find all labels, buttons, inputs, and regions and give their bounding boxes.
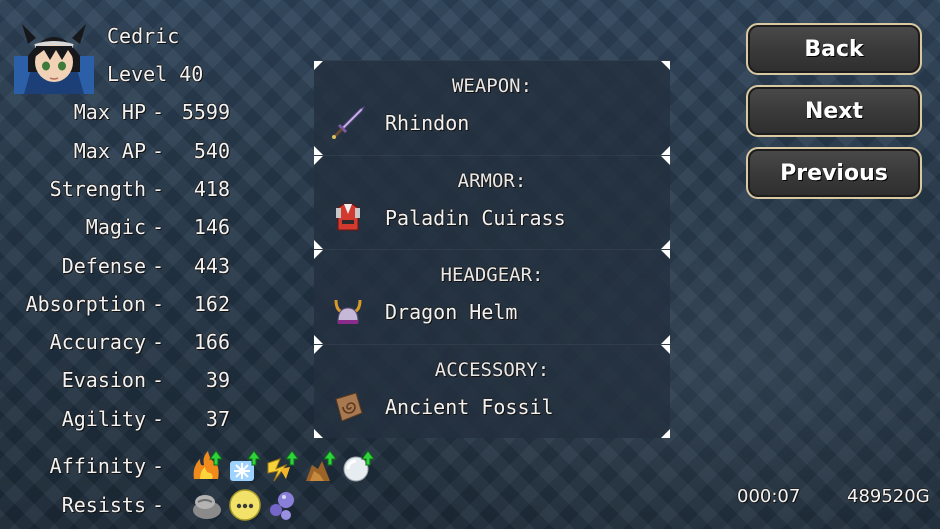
character-portrait bbox=[14, 16, 94, 94]
slot-title: ARMOR: bbox=[457, 169, 527, 192]
stat-value: 418 bbox=[193, 177, 230, 201]
affinity-separator: - bbox=[151, 454, 165, 478]
stat-label: Accuracy bbox=[49, 330, 146, 354]
fossil-icon bbox=[330, 389, 366, 425]
character-level: Level 40 bbox=[107, 62, 204, 86]
stat-label: Agility bbox=[61, 407, 146, 431]
silence-status-icon bbox=[228, 488, 262, 522]
stat-value: 162 bbox=[193, 292, 230, 316]
stat-row-accuracy: Accuracy - 166 bbox=[0, 328, 232, 356]
stat-row-agility: Agility - 37 bbox=[0, 405, 232, 433]
stat-separator: - bbox=[151, 292, 165, 316]
stat-label: Strength bbox=[49, 177, 146, 201]
stat-value: 443 bbox=[193, 254, 230, 278]
slot-title: WEAPON: bbox=[451, 75, 533, 97]
stat-separator: - bbox=[151, 177, 165, 201]
stat-row-evasion: Evasion - 39 bbox=[0, 366, 232, 394]
stone-status-icon bbox=[190, 488, 224, 522]
stat-row-strength: Strength - 418 bbox=[0, 175, 232, 203]
previous-button[interactable]: Previous bbox=[746, 147, 922, 199]
helm-icon bbox=[330, 294, 366, 330]
stat-separator: - bbox=[151, 368, 165, 392]
equipped-item-name: Dragon Helm bbox=[385, 300, 518, 324]
poison-bubbles-icon bbox=[266, 488, 300, 522]
stat-separator: - bbox=[151, 139, 165, 163]
stat-row-absorption: Absorption - 162 bbox=[0, 290, 232, 318]
stat-separator: - bbox=[151, 407, 165, 431]
back-button[interactable]: Back bbox=[746, 23, 922, 75]
stat-row-magic: Magic - 146 bbox=[0, 213, 232, 241]
equipped-item-name: Rhindon bbox=[385, 111, 470, 135]
slot-title: ACCESSORY: bbox=[434, 358, 550, 381]
stat-separator: - bbox=[151, 100, 165, 124]
fire-up-icon bbox=[190, 449, 224, 483]
equipment-panel: WEAPON: Rhindon ARMOR: Paladin Cuirass H… bbox=[314, 60, 670, 438]
stat-row-max-ap: Max AP - 540 bbox=[0, 137, 232, 165]
equipment-slot-accessory[interactable]: ACCESSORY: Ancient Fossil bbox=[314, 343, 670, 438]
equipped-item-name: Paladin Cuirass bbox=[385, 205, 566, 230]
stat-label: Absorption bbox=[25, 292, 146, 316]
lightning-up-icon bbox=[266, 449, 300, 483]
stat-label: Max AP bbox=[73, 139, 146, 163]
stat-label: Max HP bbox=[73, 100, 146, 124]
equipment-slot-headgear[interactable]: HEADGEAR: Dragon Helm bbox=[314, 249, 670, 344]
slot-title: HEADGEAR: bbox=[440, 264, 544, 286]
stat-value: 146 bbox=[193, 215, 230, 239]
stat-value: 166 bbox=[193, 330, 230, 354]
resists-label: Resists bbox=[61, 493, 146, 517]
stat-value: 37 bbox=[205, 407, 230, 431]
ice-up-icon bbox=[228, 449, 262, 483]
stat-label: Defense bbox=[61, 254, 146, 278]
stat-separator: - bbox=[151, 330, 165, 354]
affinity-label: Affinity bbox=[49, 454, 146, 478]
play-time: 000:07 bbox=[737, 486, 801, 507]
stat-separator: - bbox=[151, 215, 165, 239]
resists-row: Resists - bbox=[0, 488, 300, 522]
stat-value: 39 bbox=[205, 368, 230, 392]
stat-row-max-hp: Max HP - 5599 bbox=[0, 98, 232, 126]
stat-label: Magic bbox=[85, 215, 146, 239]
affinity-row: Affinity - bbox=[0, 449, 376, 483]
earth-up-icon bbox=[304, 449, 338, 483]
character-name: Cedric bbox=[107, 24, 180, 48]
stat-row-defense: Defense - 443 bbox=[0, 252, 232, 280]
stat-value: 5599 bbox=[181, 100, 230, 124]
stat-separator: - bbox=[151, 254, 165, 278]
armor-icon bbox=[330, 200, 366, 236]
light-up-icon bbox=[342, 449, 376, 483]
next-button[interactable]: Next bbox=[746, 85, 922, 137]
gold-amount: 489520G bbox=[847, 486, 930, 507]
resists-separator: - bbox=[151, 493, 165, 517]
stat-value: 540 bbox=[193, 139, 230, 163]
equipped-item-name: Ancient Fossil bbox=[385, 394, 554, 419]
sword-icon bbox=[330, 105, 366, 141]
stat-label: Evasion bbox=[61, 368, 146, 392]
equipment-slot-armor[interactable]: ARMOR: Paladin Cuirass bbox=[314, 154, 670, 249]
equipment-slot-weapon[interactable]: WEAPON: Rhindon bbox=[314, 60, 670, 155]
